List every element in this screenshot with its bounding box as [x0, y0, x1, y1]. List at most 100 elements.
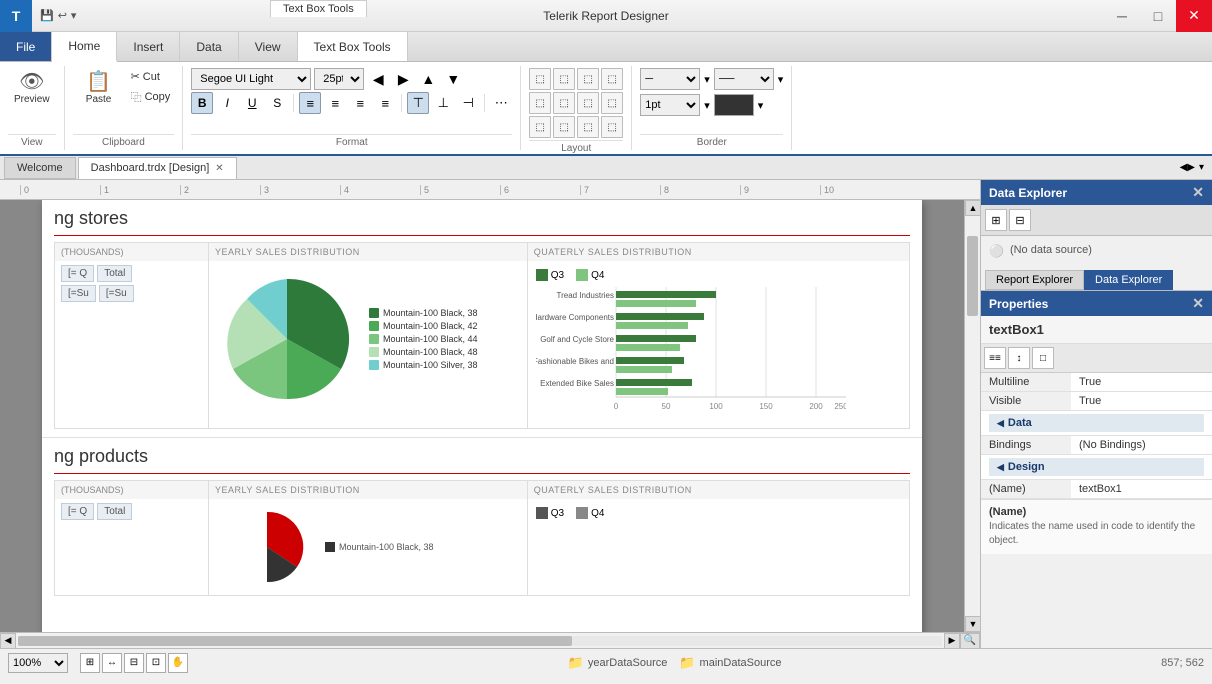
scroll-right-button[interactable]: ▶ — [944, 633, 960, 649]
align-center-button[interactable]: ≡ — [324, 92, 346, 114]
border-line-select[interactable]: ── — [714, 68, 774, 90]
more-options-button[interactable]: ⋯ — [490, 92, 512, 114]
cut-button[interactable]: ✂ Cut — [127, 68, 175, 85]
valign-top-button[interactable]: ⊤ — [407, 92, 429, 114]
vertical-scrollbar[interactable]: ▲ ▼ — [964, 200, 980, 632]
font-select[interactable]: Segoe UI Light — [191, 68, 311, 90]
border-line-dropdown[interactable]: ▾ — [778, 73, 784, 86]
tab-scroll-right[interactable]: ▶ — [1187, 162, 1195, 173]
border-color-swatch[interactable] — [714, 94, 754, 116]
layout-btn-2[interactable]: ⬚ — [553, 68, 575, 90]
de-toolbar-btn-2[interactable]: ⊟ — [1009, 209, 1031, 231]
search-button[interactable]: 🔍 — [960, 633, 980, 649]
border-dropdown[interactable]: ▾ — [704, 73, 710, 86]
save-icon[interactable]: 💾 — [40, 9, 54, 22]
tab-view[interactable]: View — [239, 32, 298, 61]
tab-data[interactable]: Data — [180, 32, 238, 61]
border-size-dropdown[interactable]: ▾ — [704, 99, 710, 112]
view-fit-width-btn[interactable]: ↔ — [102, 653, 122, 673]
border-size-select[interactable]: 1pt — [640, 94, 700, 116]
scroll-down-button[interactable]: ▼ — [965, 616, 980, 632]
view-hand-btn[interactable]: ✋ — [168, 653, 188, 673]
products-cell-q: [= Q — [61, 503, 94, 520]
zoom-control: 100% — [8, 653, 68, 673]
size-select[interactable]: 25pt — [314, 68, 364, 90]
italic-button[interactable]: I — [216, 92, 238, 114]
increase-size-button[interactable]: ▲ — [417, 68, 439, 90]
bold-button[interactable]: B — [191, 92, 213, 114]
tab-dashboard[interactable]: Dashboard.trdx [Design] ✕ — [78, 157, 237, 179]
layout-btn-6[interactable]: ⬚ — [553, 92, 575, 114]
layout-btn-1[interactable]: ⬚ — [529, 68, 551, 90]
close-button[interactable]: ✕ — [1176, 0, 1212, 32]
copy-button[interactable]: ⿻ Copy — [127, 87, 175, 107]
preview-button[interactable]: 👁 Preview — [8, 68, 56, 109]
ruler-mark-2: 2 — [180, 185, 260, 195]
layout-btn-10[interactable]: ⬚ — [553, 116, 575, 138]
tab-close-button[interactable]: ✕ — [215, 163, 223, 174]
align-right-button[interactable]: ≡ — [349, 92, 371, 114]
tab-data-explorer[interactable]: Data Explorer — [1084, 270, 1173, 290]
layout-btn-9[interactable]: ⬚ — [529, 116, 551, 138]
properties-close[interactable]: ✕ — [1192, 295, 1204, 312]
view-grid-btn[interactable]: ⊞ — [80, 653, 100, 673]
tab-scroll-left[interactable]: ◀ — [1180, 162, 1188, 173]
align-justify-button[interactable]: ≡ — [374, 92, 396, 114]
underline-button[interactable]: U — [241, 92, 263, 114]
design-section-header[interactable]: ◀ Design — [989, 458, 1204, 476]
undo-icon[interactable]: ↩ — [58, 9, 67, 22]
valign-middle-button[interactable]: ⊥ — [432, 92, 454, 114]
border-style-select[interactable]: ─ — [640, 68, 700, 90]
prop-section-design[interactable]: ◀ Design — [981, 455, 1212, 480]
report-page: ng stores (THOUSANDS) [= Q Total — [42, 200, 922, 632]
tab-dropdown[interactable]: ▾ — [1199, 162, 1204, 173]
bar-hw-q3 — [616, 313, 704, 320]
tab-textbox-tools[interactable]: Text Box Tools — [298, 32, 408, 61]
legend-label-5: Mountain-100 Silver, 38 — [383, 360, 478, 370]
dropdown-arrow[interactable]: ▾ — [71, 9, 77, 22]
canvas-inner: ng stores (THOUSANDS) [= Q Total — [0, 200, 964, 632]
prop-alpha-btn[interactable]: ↕ — [1008, 347, 1030, 369]
prop-name-val: textBox1 — [1071, 480, 1212, 499]
paste-button[interactable]: 📋 Paste — [73, 68, 125, 109]
prop-categorized-btn[interactable]: ≡≡ — [984, 347, 1006, 369]
prop-view-btn[interactable]: □ — [1032, 347, 1054, 369]
layout-btn-4[interactable]: ⬚ — [601, 68, 623, 90]
scroll-track[interactable] — [18, 636, 942, 646]
tab-file[interactable]: File — [0, 32, 52, 61]
scroll-thumb[interactable] — [967, 236, 978, 316]
strikethrough-button[interactable]: S — [266, 92, 288, 114]
align-center-icon[interactable]: ▶ — [392, 68, 414, 90]
de-toolbar-btn-1[interactable]: ⊞ — [985, 209, 1007, 231]
tab-home[interactable]: Home — [52, 32, 117, 62]
scroll-left-button[interactable]: ◀ — [0, 633, 16, 649]
decrease-size-button[interactable]: ▼ — [442, 68, 464, 90]
tab-report-explorer[interactable]: Report Explorer — [985, 270, 1084, 290]
prop-section-data[interactable]: ◀ Data — [981, 411, 1212, 436]
layout-btn-7[interactable]: ⬚ — [577, 92, 599, 114]
tab-welcome[interactable]: Welcome — [4, 157, 76, 179]
layout-btn-11[interactable]: ⬚ — [577, 116, 599, 138]
minimize-button[interactable]: ─ — [1104, 0, 1140, 32]
layout-btn-12[interactable]: ⬚ — [601, 116, 623, 138]
layout-btn-8[interactable]: ⬚ — [601, 92, 623, 114]
data-explorer-close[interactable]: ✕ — [1192, 184, 1204, 201]
scroll-thumb-h[interactable] — [18, 636, 572, 646]
view-fit-page-btn[interactable]: ⊟ — [124, 653, 144, 673]
view-normal-btn[interactable]: ⊡ — [146, 653, 166, 673]
align-left-button[interactable]: ≡ — [299, 92, 321, 114]
layout-buttons: ⬚ ⬚ ⬚ ⬚ ⬚ ⬚ ⬚ ⬚ ⬚ ⬚ ⬚ ⬚ — [529, 68, 623, 138]
data-section-header[interactable]: ◀ Data — [989, 414, 1204, 432]
layout-btn-3[interactable]: ⬚ — [577, 68, 599, 90]
restore-button[interactable]: □ — [1140, 0, 1176, 32]
scroll-up-button[interactable]: ▲ — [965, 200, 980, 216]
ruler-mark-5: 5 — [420, 185, 500, 195]
border-color-dropdown[interactable]: ▾ — [758, 99, 764, 112]
align-left-icon[interactable]: ◀ — [367, 68, 389, 90]
layout-btn-5[interactable]: ⬚ — [529, 92, 551, 114]
clipboard-group-content: 📋 Paste ✂ Cut ⿻ Copy — [73, 66, 175, 134]
tab-insert[interactable]: Insert — [117, 32, 180, 61]
valign-bottom-button[interactable]: ⊣ — [457, 92, 479, 114]
prop-row-name: (Name) textBox1 — [981, 480, 1212, 499]
zoom-select[interactable]: 100% — [8, 653, 68, 673]
